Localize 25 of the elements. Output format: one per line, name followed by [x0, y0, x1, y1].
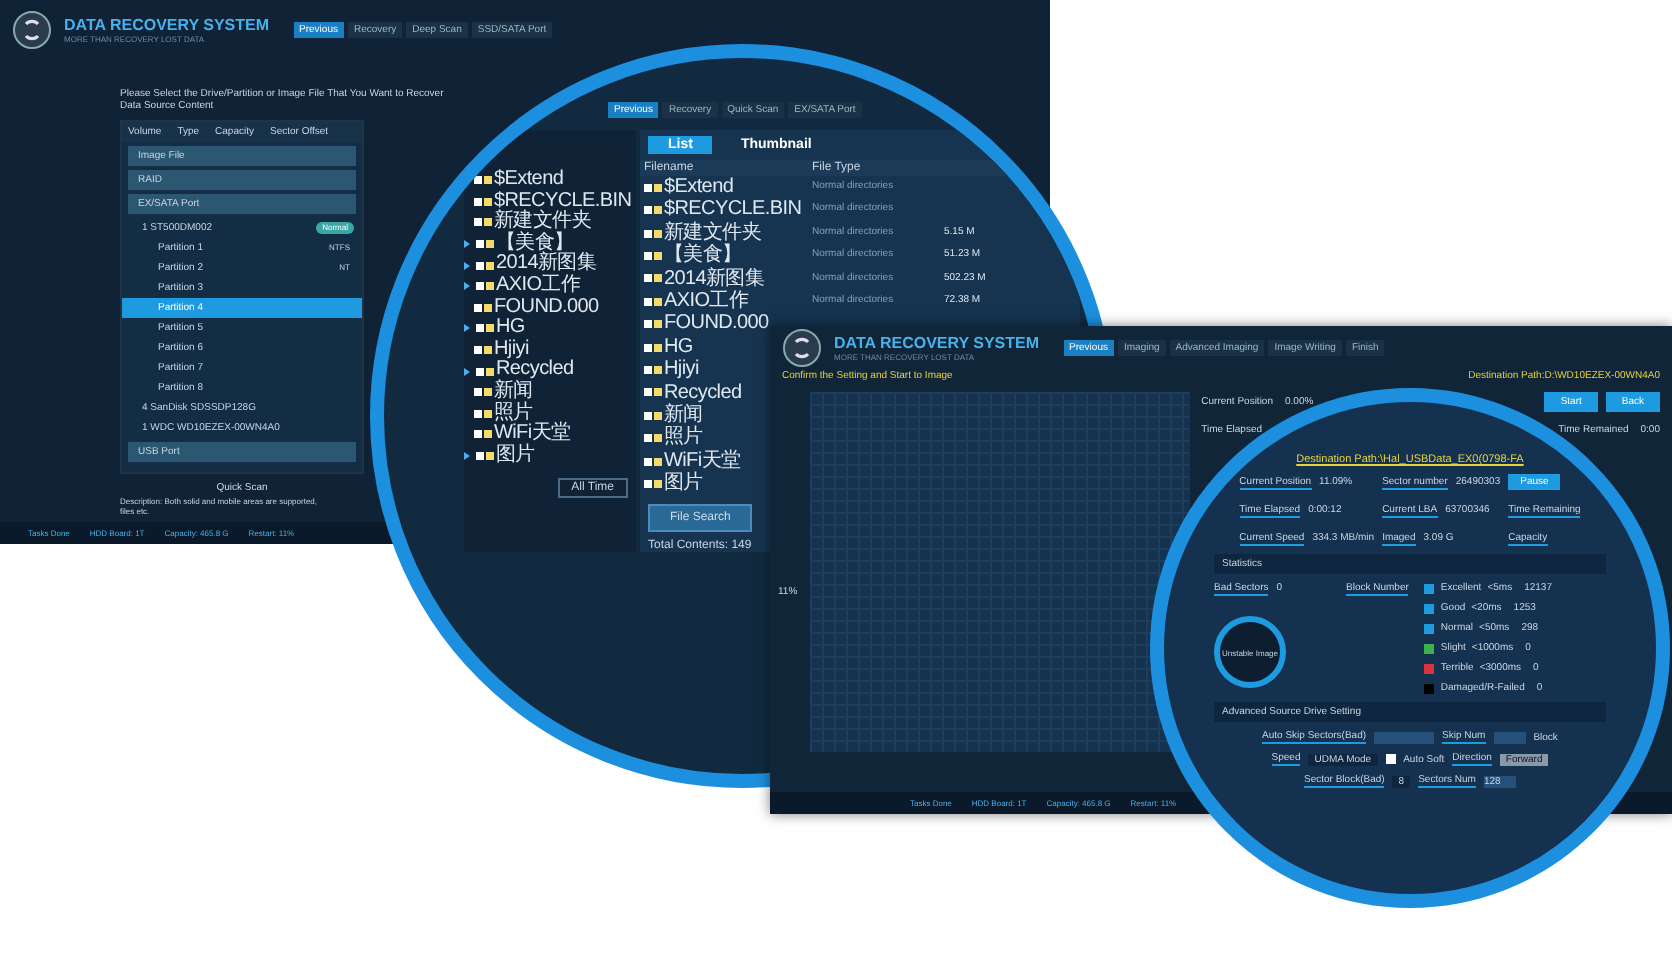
file-name-cell: 2014新图集: [640, 267, 812, 291]
logo-icon: [782, 328, 822, 368]
folder-tree-item[interactable]: AXIO工作: [464, 275, 636, 298]
folder-tree-item[interactable]: 图片: [464, 445, 636, 467]
file-name-cell: FOUND.000: [640, 312, 812, 336]
folder-tree-item[interactable]: FOUND.000: [464, 297, 636, 319]
folder-tree-item[interactable]: Hjiyi: [464, 339, 636, 361]
folder-tree-item[interactable]: Recycled: [464, 360, 636, 382]
input-field[interactable]: [1374, 731, 1435, 743]
input-field[interactable]: [1493, 731, 1526, 743]
folder-tree-item[interactable]: 2014新图集: [464, 254, 636, 276]
app-title: DATA RECOVERY SYSTEM: [64, 16, 270, 34]
folder-tree-item[interactable]: HG: [464, 318, 636, 340]
file-name-cell: $Extend: [640, 176, 812, 199]
file-name-cell: AXIO工作: [640, 290, 812, 313]
app-title: DATA RECOVERY SYSTEM: [834, 334, 1040, 352]
file-name-cell: 新建文件夹: [640, 221, 812, 245]
folder-tree-item[interactable]: 新建文件夹: [464, 212, 636, 234]
checkbox[interactable]: [1385, 754, 1396, 764]
folder-tree-item[interactable]: $Extend: [464, 170, 636, 192]
logo-icon: [12, 10, 52, 50]
file-name-cell: 【美食】: [640, 244, 812, 268]
folder-tree-item[interactable]: WiFi天堂: [464, 424, 636, 446]
folder-tree-item[interactable]: 新闻: [464, 381, 636, 404]
file-name-cell: $RECYCLE.BIN: [640, 198, 812, 222]
